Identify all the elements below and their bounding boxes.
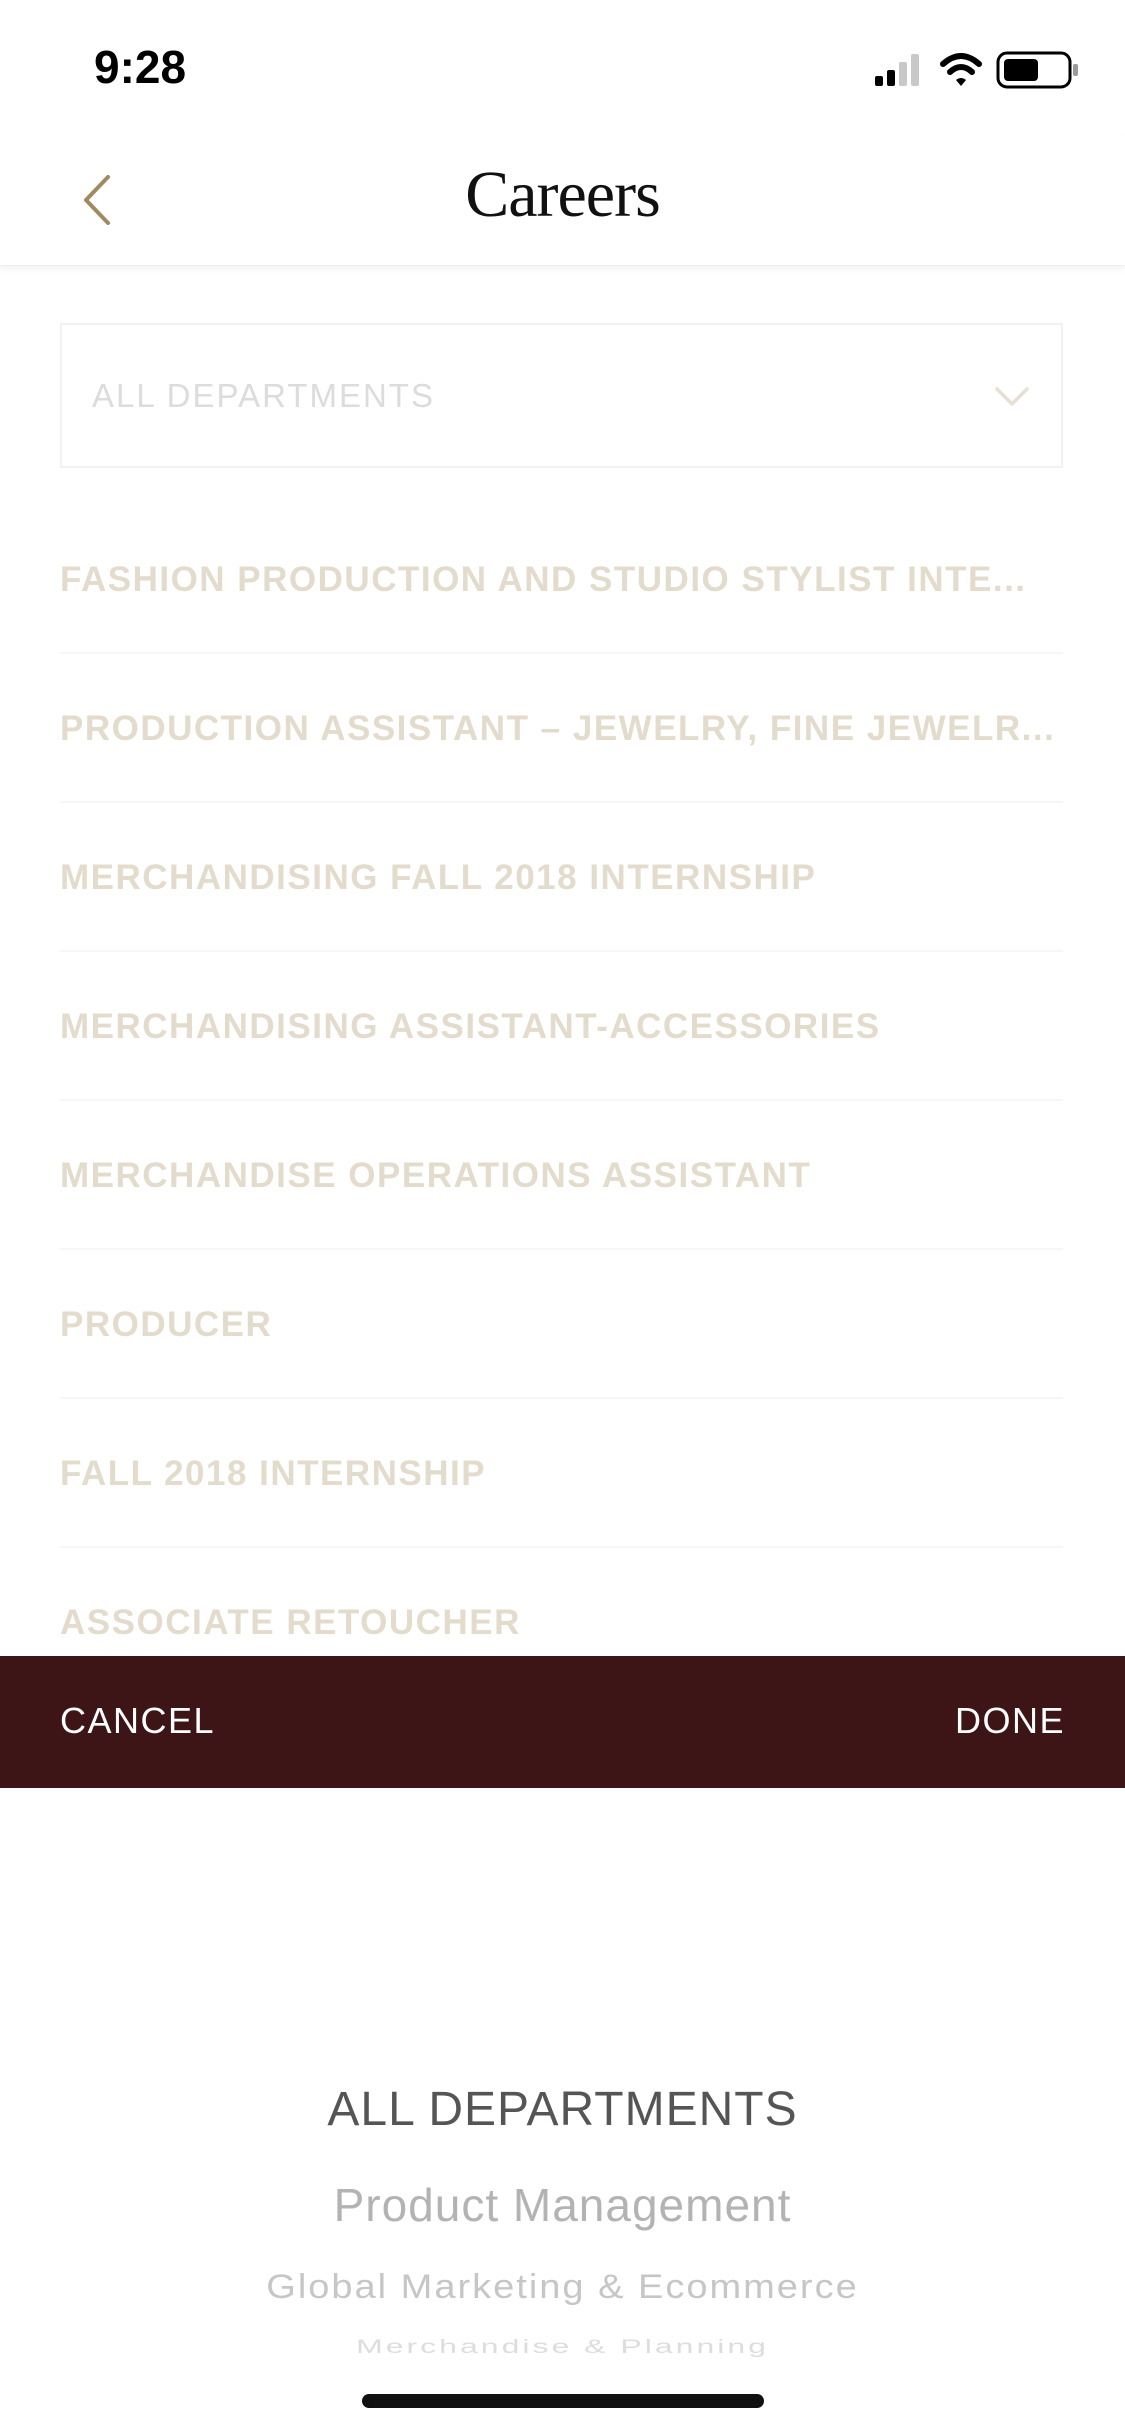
picker-option[interactable]: Global Marketing & Ecommerce bbox=[0, 2268, 1125, 2307]
job-title: FASHION PRODUCTION AND STUDIO STYLIST IN… bbox=[60, 560, 1027, 599]
job-list-item[interactable]: MERCHANDISE OPERATIONS ASSISTANT bbox=[60, 1101, 1063, 1250]
department-picker-wheel[interactable]: ALL DEPARTMENTS Product Management Globa… bbox=[0, 1788, 1125, 2436]
job-list-item[interactable]: PRODUCER bbox=[60, 1250, 1063, 1399]
chevron-down-icon bbox=[989, 377, 1035, 417]
status-time: 9:28 bbox=[94, 41, 187, 93]
job-title: ASSOCIATE RETOUCHER bbox=[60, 1603, 521, 1642]
job-list-item[interactable]: MERCHANDISING FALL 2018 INTERNSHIP bbox=[60, 803, 1063, 952]
job-title: PRODUCTION ASSISTANT – JEWELRY, FINE JEW… bbox=[60, 709, 1056, 748]
cellular-signal-icon bbox=[875, 54, 919, 86]
page-title: Careers bbox=[465, 158, 661, 231]
job-title: PRODUCER bbox=[60, 1305, 273, 1344]
job-list-item[interactable]: PRODUCTION ASSISTANT – JEWELRY, FINE JEW… bbox=[60, 654, 1063, 803]
job-list-item[interactable]: FASHION PRODUCTION AND STUDIO STYLIST IN… bbox=[60, 505, 1063, 654]
home-indicator bbox=[362, 2394, 764, 2408]
picker-action-bar: CANCEL DONE bbox=[0, 1656, 1125, 1788]
job-title: MERCHANDISING ASSISTANT-ACCESSORIES bbox=[60, 1007, 881, 1046]
picker-option[interactable]: Merchandise & Planning bbox=[0, 2335, 1125, 2357]
job-title: FALL 2018 INTERNSHIP bbox=[60, 1454, 487, 1493]
navigation-bar: Careers bbox=[0, 135, 1125, 266]
picker-option[interactable]: Product Management bbox=[0, 2178, 1125, 2232]
job-list: FASHION PRODUCTION AND STUDIO STYLIST IN… bbox=[60, 505, 1063, 1697]
battery-icon bbox=[996, 51, 1078, 89]
cancel-button[interactable]: CANCEL bbox=[60, 1700, 215, 1742]
status-icons bbox=[875, 48, 1085, 92]
wifi-icon bbox=[940, 53, 982, 86]
job-title: MERCHANDISING FALL 2018 INTERNSHIP bbox=[60, 858, 817, 897]
done-button[interactable]: DONE bbox=[955, 1700, 1065, 1742]
careers-content: ALL DEPARTMENTS FASHION PRODUCTION AND S… bbox=[0, 265, 1125, 1697]
department-select[interactable]: ALL DEPARTMENTS bbox=[60, 323, 1063, 468]
job-list-item[interactable]: MERCHANDISING ASSISTANT-ACCESSORIES bbox=[60, 952, 1063, 1101]
job-title: MERCHANDISE OPERATIONS ASSISTANT bbox=[60, 1156, 812, 1195]
job-list-item[interactable]: FALL 2018 INTERNSHIP bbox=[60, 1399, 1063, 1548]
picker-option-selected[interactable]: ALL DEPARTMENTS bbox=[0, 2082, 1125, 2137]
department-select-value: ALL DEPARTMENTS bbox=[92, 377, 435, 414]
status-bar: 9:28 bbox=[0, 0, 1125, 135]
